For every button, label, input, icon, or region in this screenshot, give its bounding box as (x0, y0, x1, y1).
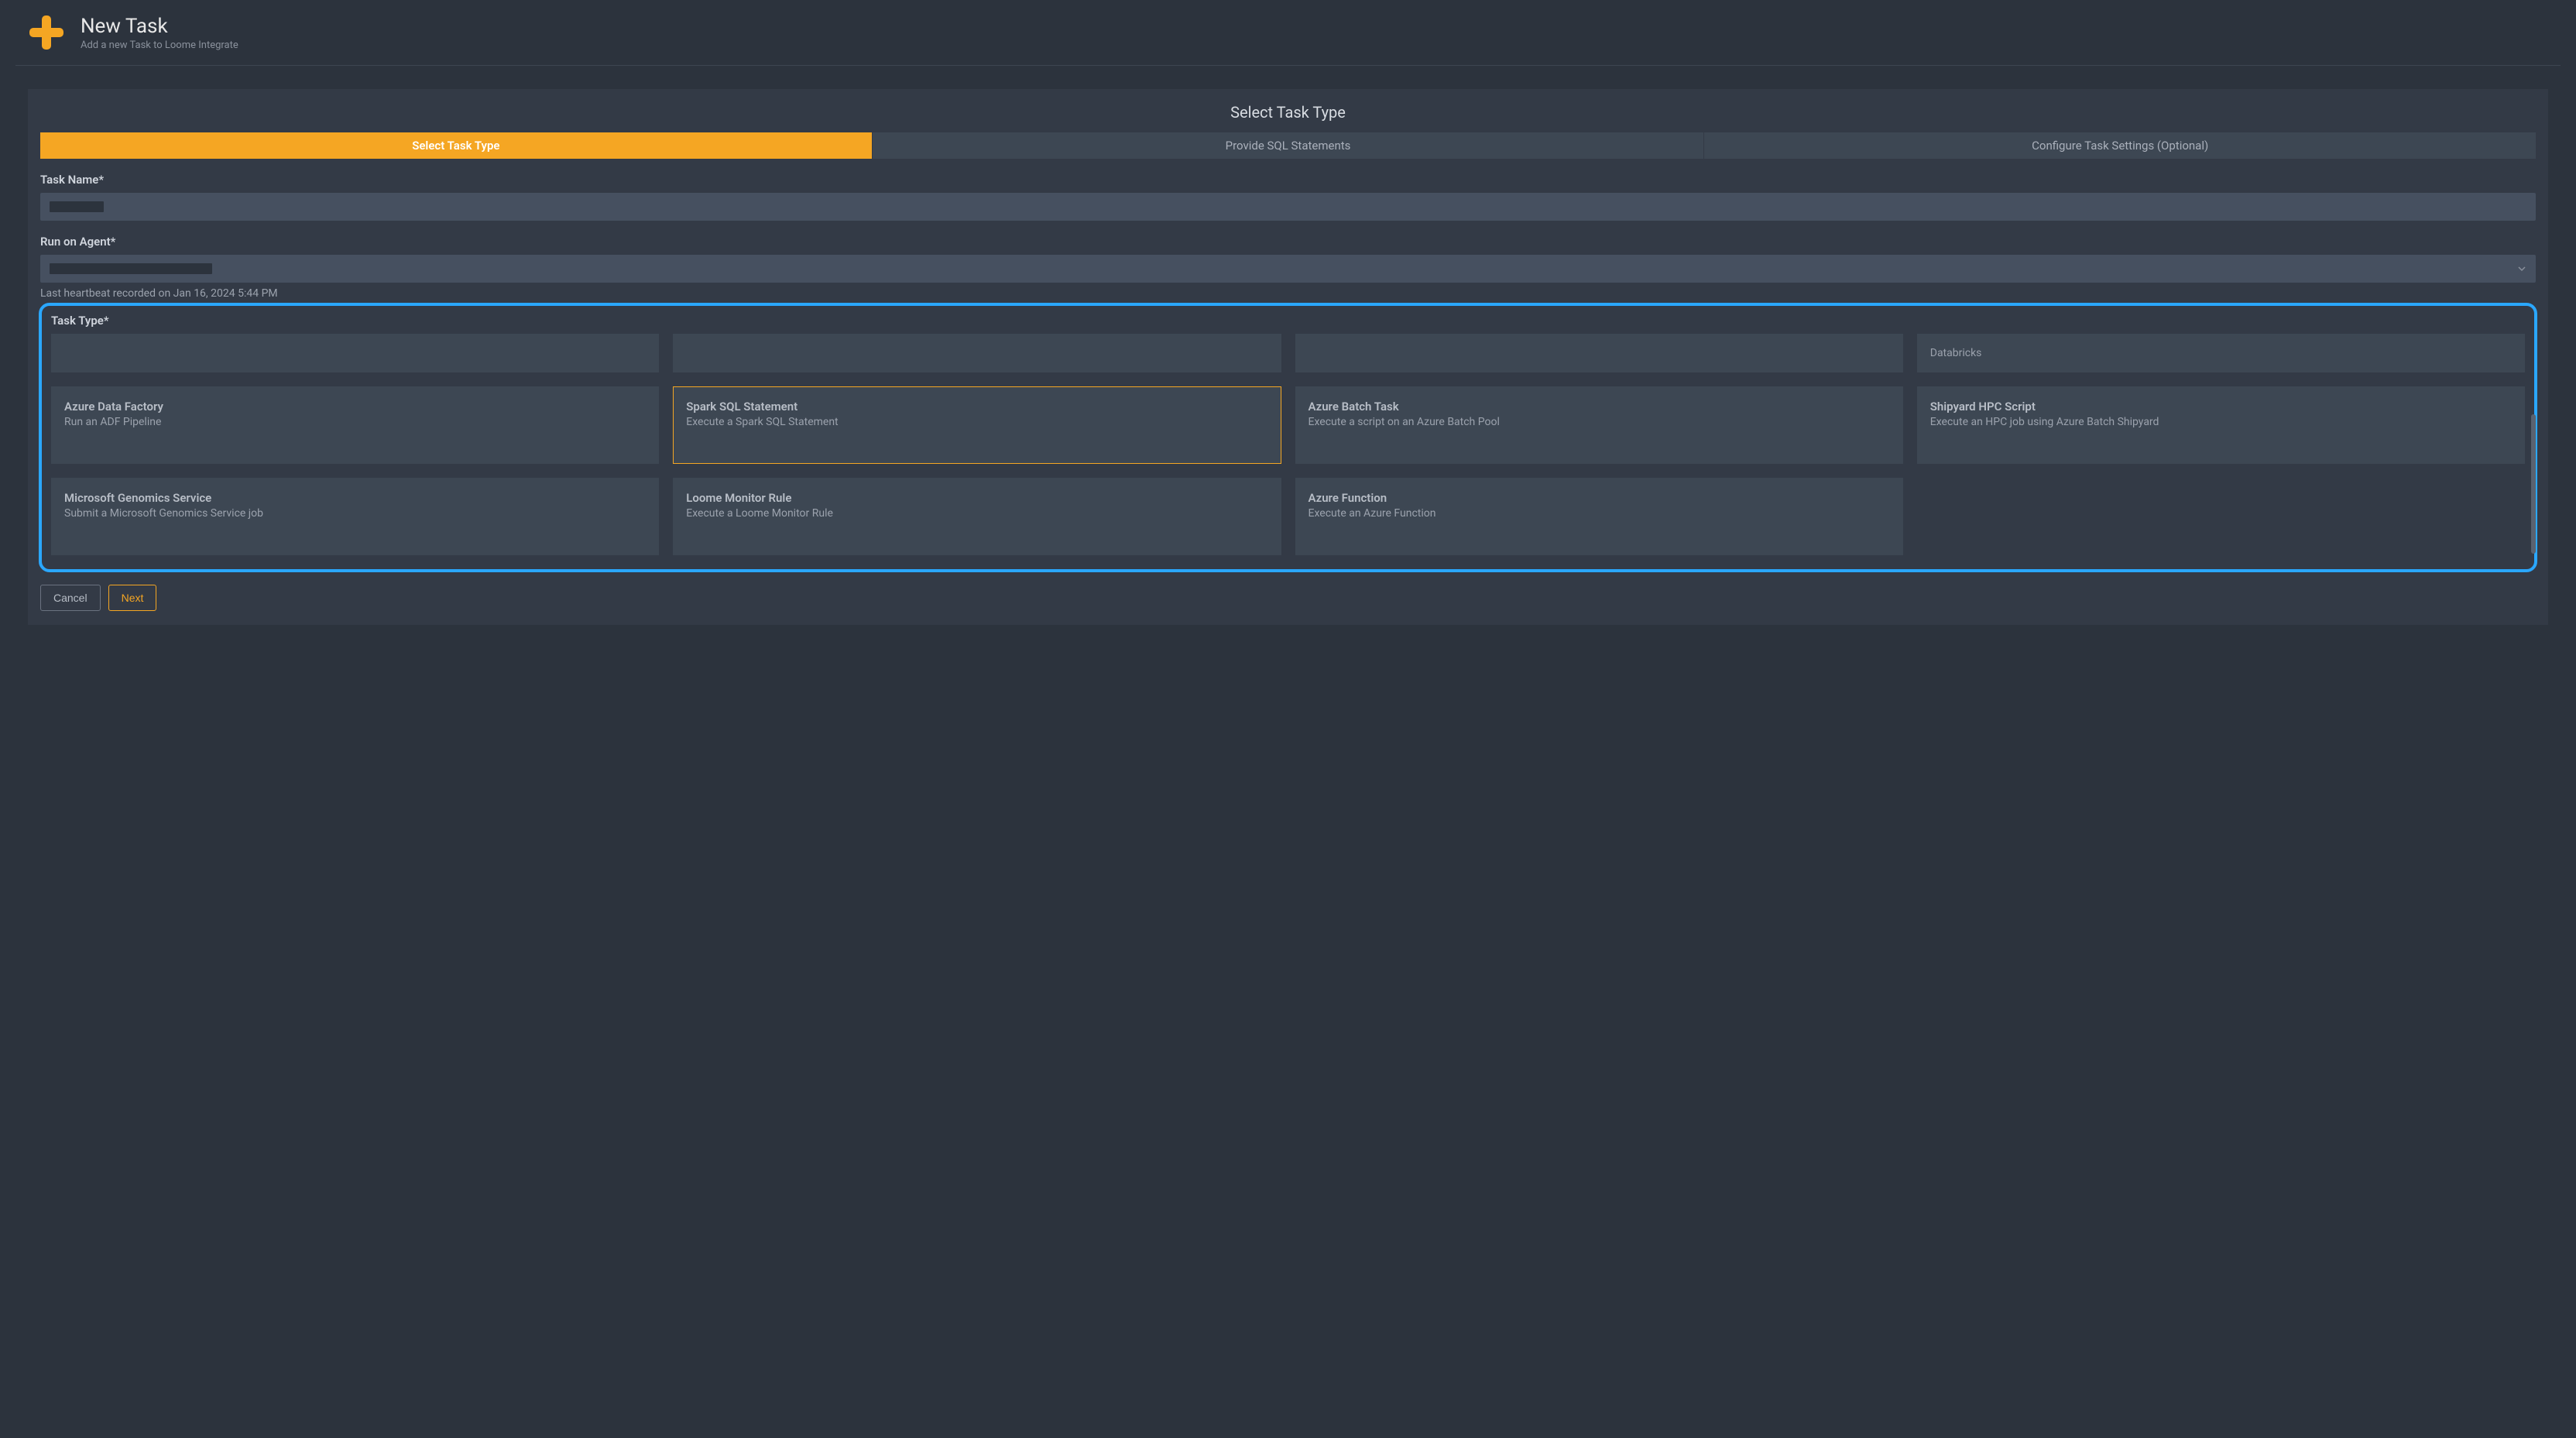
wizard-tabs: Select Task Type Provide SQL Statements … (28, 132, 2548, 159)
task-card-shipyard-hpc[interactable]: Shipyard HPC Script Execute an HPC job u… (1917, 386, 2525, 464)
task-type-section: Task Type* Databricks Azure Data Factory… (39, 303, 2537, 572)
task-card-azure-batch[interactable]: Azure Batch Task Execute a script on an … (1295, 386, 1903, 464)
task-card-desc: Execute a Loome Monitor Rule (686, 506, 1267, 522)
task-name-input[interactable] (40, 193, 2536, 221)
task-card-partial[interactable] (673, 334, 1281, 372)
task-card-desc: Execute a script on an Azure Batch Pool (1309, 415, 1890, 431)
task-name-section: Task Name* (28, 159, 2548, 221)
task-card-desc: Execute a Spark SQL Statement (686, 415, 1267, 431)
plus-icon (28, 14, 65, 51)
task-card-partial[interactable]: Databricks (1917, 334, 2525, 372)
agent-heartbeat-text: Last heartbeat recorded on Jan 16, 2024 … (40, 287, 2536, 300)
task-card-title: Azure Batch Task (1309, 400, 1890, 414)
page-header: New Task Add a new Task to Loome Integra… (0, 0, 2576, 65)
task-card-azure-data-factory[interactable]: Azure Data Factory Run an ADF Pipeline (51, 386, 659, 464)
task-card-desc: Submit a Microsoft Genomics Service job (64, 506, 646, 522)
task-card-title: Azure Data Factory (64, 400, 646, 414)
redacted-value (50, 201, 104, 212)
content-wrapper: Select Task Type Select Task Type Provid… (0, 66, 2576, 648)
task-card-title: Azure Function (1309, 491, 1890, 505)
main-panel: Select Task Type Select Task Type Provid… (28, 89, 2548, 625)
task-card-genomics[interactable]: Microsoft Genomics Service Submit a Micr… (51, 478, 659, 555)
task-card-desc: Databricks (1930, 347, 2512, 359)
redacted-value (50, 263, 212, 274)
run-on-agent-section: Run on Agent* Last heartbeat recorded on… (28, 221, 2548, 300)
chevron-down-icon (2517, 264, 2526, 273)
scrollbar[interactable] (2531, 321, 2536, 554)
task-name-label: Task Name* (40, 173, 2536, 187)
task-card-title: Shipyard HPC Script (1930, 400, 2512, 414)
run-on-agent-select[interactable] (40, 255, 2536, 283)
task-card-partial[interactable] (51, 334, 659, 372)
task-card-spark-sql[interactable]: Spark SQL Statement Execute a Spark SQL … (673, 386, 1281, 464)
tab-select-task-type[interactable]: Select Task Type (40, 132, 873, 159)
task-card-title: Spark SQL Statement (686, 400, 1267, 414)
task-card-partial[interactable] (1295, 334, 1903, 372)
scrollbar-thumb[interactable] (2531, 414, 2536, 554)
tab-provide-sql[interactable]: Provide SQL Statements (873, 132, 1705, 159)
task-type-partial-row: Databricks (51, 334, 2525, 372)
task-card-loome-monitor[interactable]: Loome Monitor Rule Execute a Loome Monit… (673, 478, 1281, 555)
header-text-block: New Task Add a new Task to Loome Integra… (81, 15, 238, 51)
task-card-desc: Execute an Azure Function (1309, 506, 1890, 522)
task-card-empty (1917, 478, 2525, 555)
task-card-title: Microsoft Genomics Service (64, 491, 646, 505)
run-on-agent-label: Run on Agent* (40, 235, 2536, 249)
footer-buttons: Cancel Next (28, 572, 2548, 611)
task-type-label: Task Type* (51, 314, 2525, 328)
page-title: New Task (81, 15, 238, 38)
next-button[interactable]: Next (108, 585, 157, 611)
task-card-azure-function[interactable]: Azure Function Execute an Azure Function (1295, 478, 1903, 555)
cancel-button[interactable]: Cancel (40, 585, 101, 611)
task-card-desc: Execute an HPC job using Azure Batch Shi… (1930, 415, 2512, 431)
panel-title: Select Task Type (28, 103, 2548, 122)
page-subtitle: Add a new Task to Loome Integrate (81, 39, 238, 51)
task-card-title: Loome Monitor Rule (686, 491, 1267, 505)
task-type-grid: Azure Data Factory Run an ADF Pipeline S… (51, 386, 2525, 555)
tab-configure-settings[interactable]: Configure Task Settings (Optional) (1704, 132, 2536, 159)
task-card-desc: Run an ADF Pipeline (64, 415, 646, 431)
